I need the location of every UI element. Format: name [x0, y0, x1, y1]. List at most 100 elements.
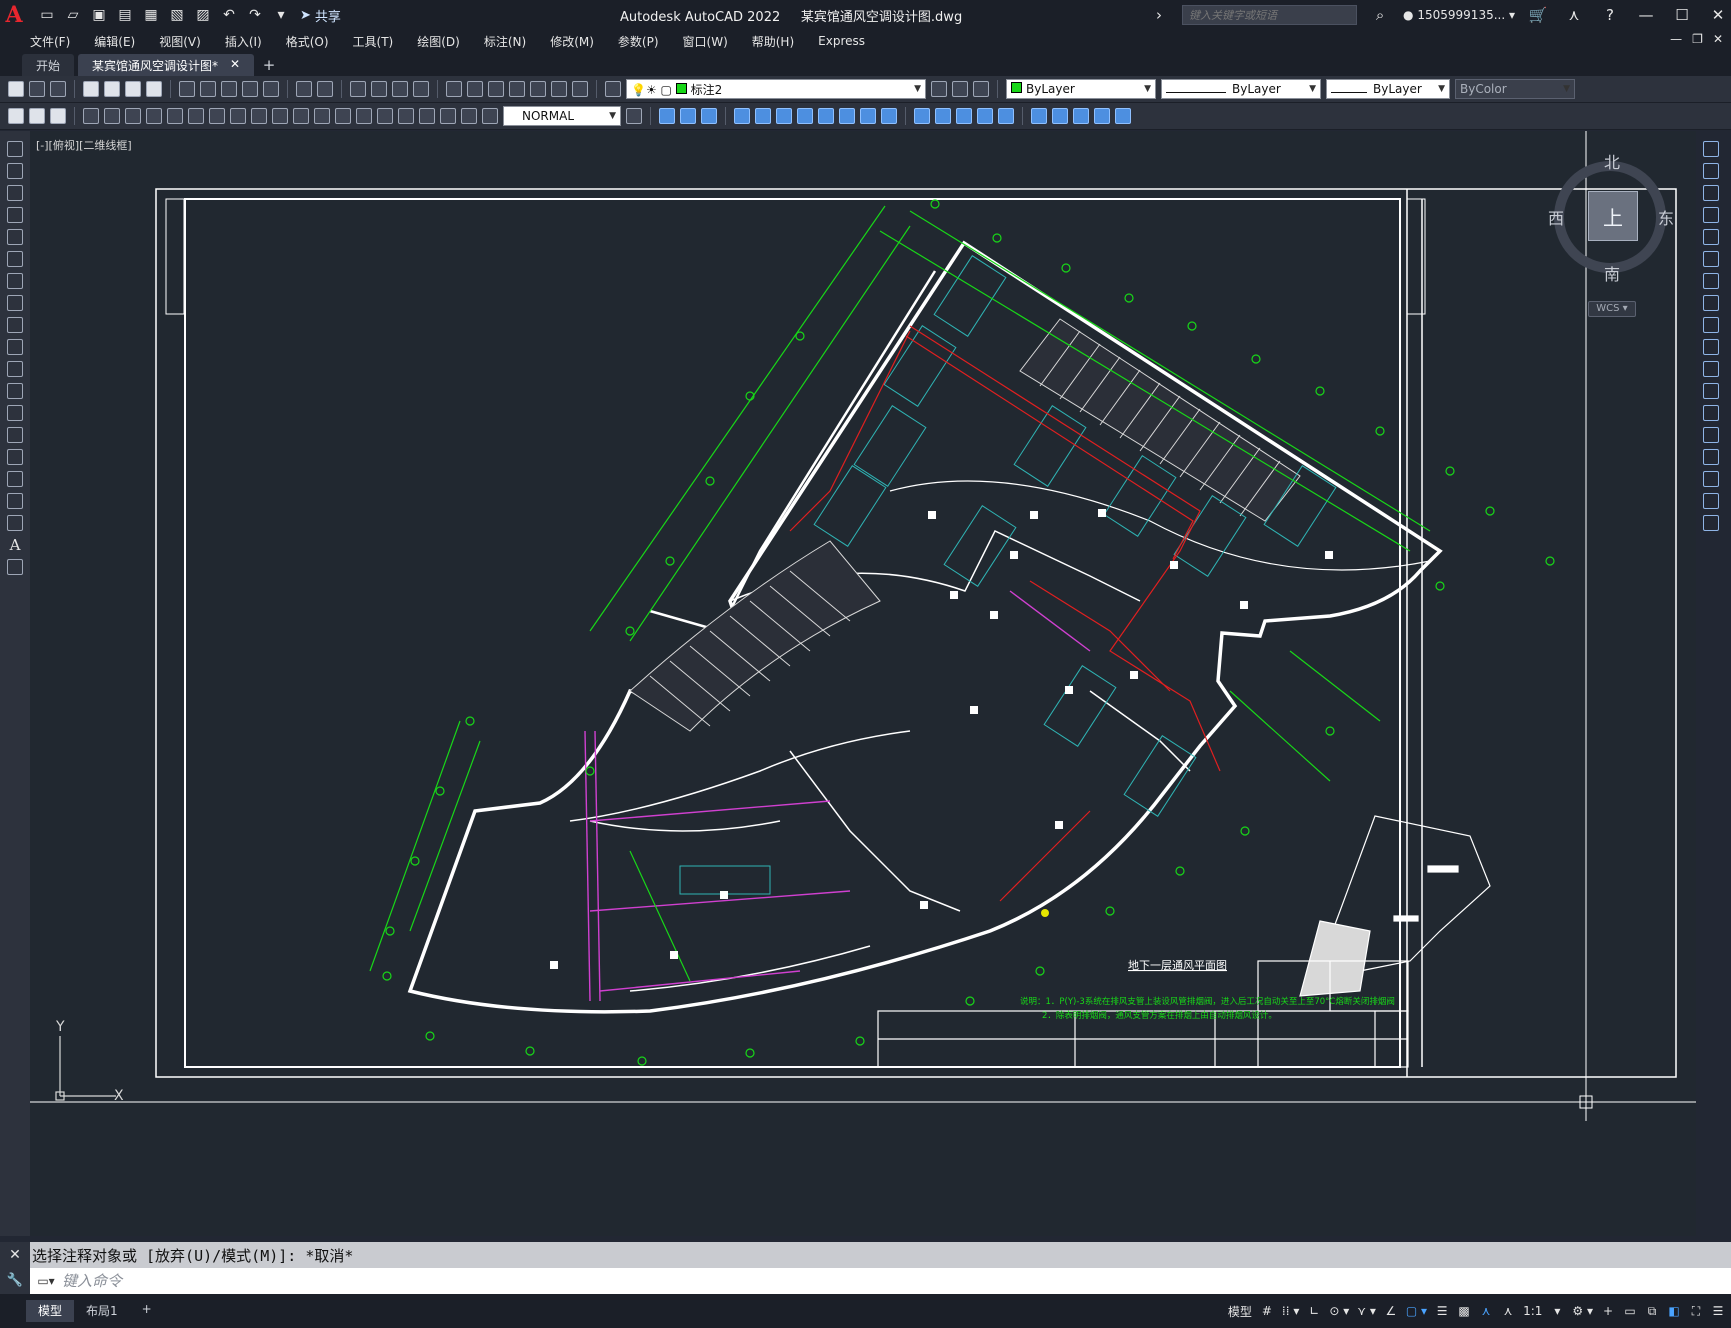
offset-tool-icon[interactable] [1703, 207, 1719, 223]
open-icon[interactable] [29, 81, 45, 97]
redo-icon[interactable]: ↷ [246, 6, 264, 24]
menu-parametric[interactable]: 参数(P) [606, 33, 671, 50]
polyline-icon[interactable] [7, 185, 23, 201]
break-icon[interactable] [914, 108, 930, 124]
chamfer-icon[interactable] [956, 108, 972, 124]
grid-icon[interactable]: # [1260, 1304, 1274, 1318]
transparency-icon[interactable]: ▩ [1457, 1304, 1471, 1318]
layer-walk-icon[interactable] [973, 81, 989, 97]
lineweight-icon[interactable]: ☰ [1435, 1304, 1449, 1318]
grip-point[interactable] [1041, 909, 1049, 917]
bring-above-icon[interactable] [1094, 108, 1110, 124]
zoom-realtime-icon[interactable] [371, 81, 387, 97]
dimension-edit-icon[interactable] [440, 108, 456, 124]
line-icon[interactable] [7, 141, 23, 157]
customization-menu-icon[interactable]: ☰ [1711, 1304, 1725, 1318]
auto-scale-icon[interactable]: ⋏ [1501, 1304, 1515, 1318]
save-web-icon[interactable]: ▧ [168, 6, 186, 24]
color-dropdown[interactable]: ByLayer ▼ [1006, 79, 1156, 99]
layer-properties-icon[interactable] [605, 81, 621, 97]
circle-icon[interactable] [7, 273, 23, 289]
pan-icon[interactable] [350, 81, 366, 97]
zoom-previous-icon[interactable] [413, 81, 429, 97]
open-web-icon[interactable]: ▦ [142, 6, 160, 24]
3d-print-icon[interactable] [146, 81, 162, 97]
share-button[interactable]: ➤ 共享 [300, 6, 341, 25]
bring-front-icon[interactable] [1052, 108, 1068, 124]
trim-icon[interactable] [860, 108, 876, 124]
ordinate-dimension-icon[interactable] [146, 108, 162, 124]
plot-icon[interactable] [83, 81, 99, 97]
save-icon[interactable]: ▣ [90, 6, 108, 24]
send-under-icon[interactable] [1115, 108, 1131, 124]
erase-tool-icon[interactable] [1703, 141, 1719, 157]
menu-help[interactable]: 帮助(H) [740, 33, 806, 50]
menu-window[interactable]: 窗口(W) [671, 33, 740, 50]
cart-icon[interactable]: 🛒 [1525, 6, 1551, 24]
user-account[interactable]: ● 1505999135... ▾ [1403, 8, 1515, 22]
menu-modify[interactable]: 修改(M) [538, 33, 606, 50]
polar-tracking-icon[interactable]: ⊙ ▾ [1329, 1304, 1349, 1318]
break-tool-icon[interactable] [1703, 405, 1719, 421]
compass-east[interactable]: 东 [1658, 205, 1674, 229]
dim-tool-icon[interactable] [50, 108, 66, 124]
compass-north[interactable]: 北 [1604, 149, 1620, 173]
inspection-icon[interactable] [398, 108, 414, 124]
qat-dropdown-icon[interactable]: ▾ [272, 6, 290, 24]
baseline-dimension-icon[interactable] [272, 108, 288, 124]
close-icon[interactable]: ✕ [0, 1242, 30, 1268]
blend-tool-icon[interactable] [1703, 493, 1719, 509]
construction-line-icon[interactable] [7, 163, 23, 179]
object-snap-icon[interactable]: ▢ ▾ [1406, 1304, 1427, 1318]
linear-dimension-icon[interactable] [83, 108, 99, 124]
units-icon[interactable]: ▭ [1623, 1304, 1637, 1318]
extend-tool-icon[interactable] [1703, 361, 1719, 377]
customize-icon[interactable]: 🔧 [0, 1268, 30, 1294]
zoom-window-icon[interactable] [392, 81, 408, 97]
graphics-performance-icon[interactable]: ◧ [1667, 1304, 1681, 1318]
menu-view[interactable]: 视图(V) [147, 33, 213, 50]
ellipse-icon[interactable] [7, 339, 23, 355]
tool-palettes-icon[interactable] [488, 81, 504, 97]
viewcube-top-face[interactable]: 上 [1588, 191, 1638, 241]
move-tool-icon[interactable] [1703, 251, 1719, 267]
design-center-icon[interactable] [467, 81, 483, 97]
dimstyle-dropdown[interactable]: NORMAL ▼ [503, 106, 621, 126]
object-snap-tracking-icon[interactable]: ∠ [1384, 1304, 1398, 1318]
quick-properties-icon[interactable]: ⧉ [1645, 1304, 1659, 1319]
trim-tool-icon[interactable] [1703, 339, 1719, 355]
undo-icon[interactable]: ↶ [220, 6, 238, 24]
publish-icon[interactable] [125, 81, 141, 97]
clean-screen-icon[interactable]: ⛶ [1689, 1304, 1703, 1319]
lineweight-dropdown[interactable]: ByLayer ▼ [1326, 79, 1450, 99]
paste-icon[interactable] [221, 81, 237, 97]
search-icon[interactable]: ⌕ [1367, 6, 1393, 24]
aligned-dimension-icon[interactable] [104, 108, 120, 124]
hatch-icon[interactable] [7, 449, 23, 465]
plot-preview-icon[interactable] [104, 81, 120, 97]
array-tool-icon[interactable] [1703, 229, 1719, 245]
point-icon[interactable] [7, 427, 23, 443]
diameter-dimension-icon[interactable] [209, 108, 225, 124]
revision-cloud-icon[interactable] [7, 295, 23, 311]
compass-west[interactable]: 西 [1548, 205, 1564, 229]
send-back-icon[interactable] [1073, 108, 1089, 124]
minimize-icon[interactable]: — [1633, 6, 1659, 24]
tab-layout1[interactable]: 布局1 [74, 1300, 130, 1322]
angular-dimension-icon[interactable] [230, 108, 246, 124]
drawing-viewport[interactable]: [-][俯视][二维线框] 地下一层通风平面图 说明：1．P(Y)-3系统在排风… [30, 131, 1696, 1236]
save-tool-icon[interactable] [50, 81, 66, 97]
new-tab-button[interactable]: + [258, 56, 280, 76]
snap-icon[interactable]: ⁞⁞ ▾ [1282, 1304, 1299, 1318]
array-icon[interactable] [755, 108, 771, 124]
copy-tool-icon[interactable] [1703, 163, 1719, 179]
isodraft-icon[interactable]: ⋎ ▾ [1357, 1304, 1376, 1318]
chamfer-tool-icon[interactable] [1703, 449, 1719, 465]
menu-format[interactable]: 格式(O) [274, 33, 341, 50]
annotation-monitor-icon[interactable]: + [1601, 1304, 1615, 1318]
quick-dimension-icon[interactable] [251, 108, 267, 124]
rotate-icon[interactable] [797, 108, 813, 124]
radius-dimension-icon[interactable] [167, 108, 183, 124]
cut-icon[interactable] [179, 81, 195, 97]
dim-tool-icon[interactable] [8, 108, 24, 124]
